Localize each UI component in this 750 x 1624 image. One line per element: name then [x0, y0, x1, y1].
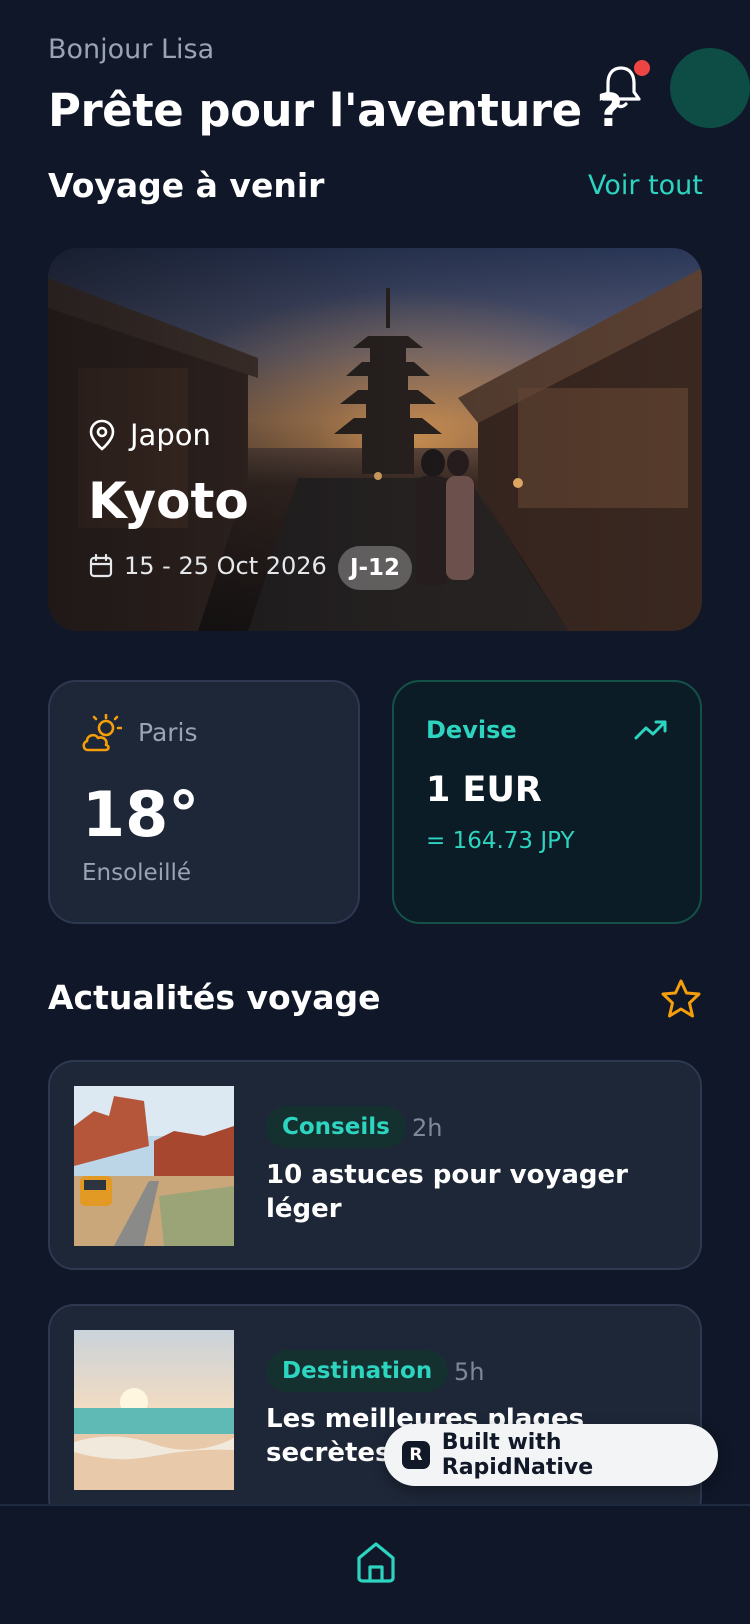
- calendar-icon: [89, 553, 113, 578]
- avatar[interactable]: [670, 48, 750, 128]
- weather-condition: Ensoleillé: [82, 860, 192, 886]
- currency-rate: = 164.73 JPY: [426, 828, 575, 854]
- rapidnative-logo-icon: R: [402, 1441, 430, 1469]
- trip-dates: 15 - 25 Oct 2026: [88, 552, 327, 580]
- news-thumbnail: [74, 1086, 234, 1246]
- currency-title: Devise: [426, 716, 517, 744]
- home-tab[interactable]: [355, 1540, 397, 1588]
- news-time: 2h: [412, 1114, 443, 1142]
- trip-country-label: Japon: [130, 418, 211, 452]
- news-time: 5h: [454, 1358, 485, 1386]
- news-thumbnail: [74, 1330, 234, 1490]
- trending-up-icon: [634, 718, 668, 746]
- page-title: Prête pour l'aventure ?: [48, 84, 623, 137]
- trip-country: Japon: [88, 418, 211, 452]
- weather-temperature: 18°: [82, 778, 200, 851]
- built-with-badge[interactable]: R Built with RapidNative: [384, 1424, 718, 1486]
- countdown-badge: J-12: [338, 546, 412, 590]
- built-with-label: Built with RapidNative: [441, 1430, 594, 1480]
- news-headline: 10 astuces pour voyager léger: [266, 1160, 628, 1224]
- weather-city: Paris: [138, 718, 198, 747]
- home-icon: [357, 1542, 395, 1583]
- trip-dates-label: 15 - 25 Oct 2026: [124, 552, 327, 580]
- greeting: Bonjour Lisa: [48, 34, 215, 65]
- partly-sunny-icon: [80, 713, 123, 758]
- notification-dot: [634, 60, 650, 76]
- news-category-chip: Destination: [266, 1350, 449, 1392]
- news-section-title: Actualités voyage: [48, 978, 381, 1017]
- see-all-link[interactable]: Voir tout: [588, 170, 703, 201]
- upcoming-section-title: Voyage à venir: [48, 166, 325, 205]
- trip-city: Kyoto: [88, 472, 249, 530]
- map-pin-icon: [89, 419, 115, 451]
- currency-value: 1 EUR: [426, 770, 542, 810]
- news-category-chip: Conseils: [266, 1106, 406, 1148]
- star-icon[interactable]: [660, 978, 702, 1024]
